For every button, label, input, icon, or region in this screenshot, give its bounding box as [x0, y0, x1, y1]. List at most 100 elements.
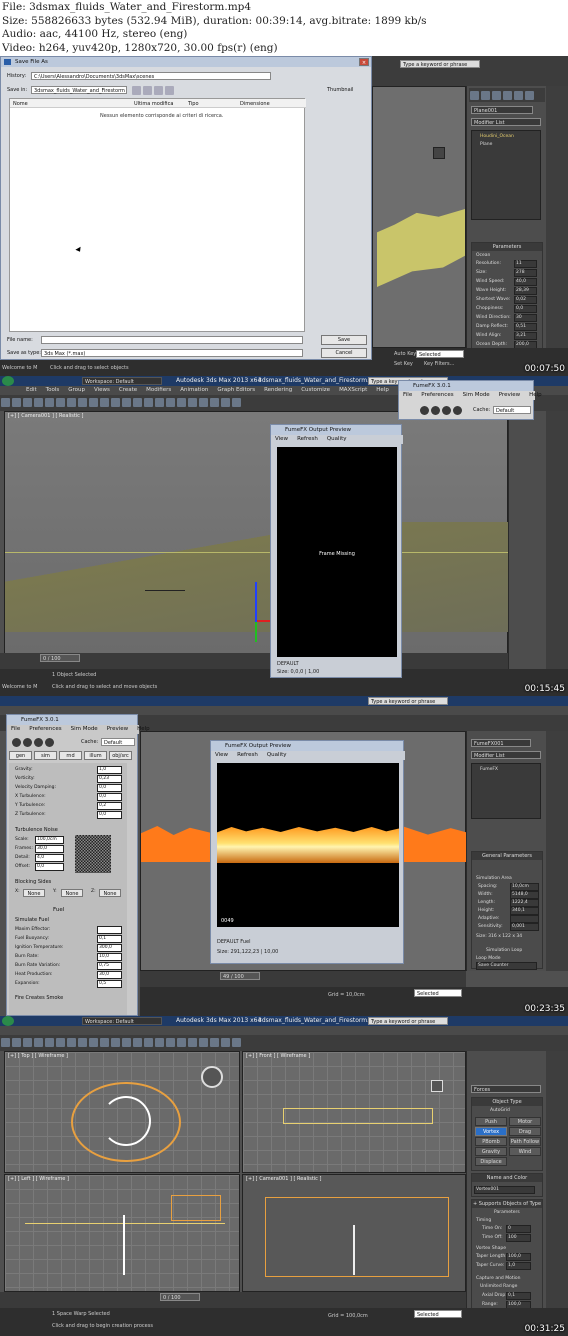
name-field[interactable]: Vortex001: [474, 1186, 535, 1194]
toolbar-button-icon[interactable]: [144, 1038, 153, 1047]
search-input[interactable]: Type a keyword or phrase: [400, 60, 480, 68]
timeline[interactable]: 0 / 100: [0, 653, 508, 669]
objtype-gravity-button[interactable]: Gravity: [475, 1147, 507, 1156]
menu-item[interactable]: Animation: [180, 387, 208, 393]
menu-item[interactable]: Rendering: [264, 387, 292, 393]
tab-obj-src[interactable]: obj/src: [109, 751, 132, 760]
toolbar-button-icon[interactable]: [111, 398, 120, 407]
hierarchy-tab-icon[interactable]: [492, 91, 501, 100]
col-size[interactable]: Dimensione: [240, 101, 270, 107]
motion-tab-icon[interactable]: [503, 91, 512, 100]
toolbar-button-icon[interactable]: [78, 398, 87, 407]
menu-item[interactable]: Help: [376, 387, 389, 393]
keyfilters-button[interactable]: Key Filters...: [424, 360, 454, 368]
stop-sim-icon[interactable]: [45, 738, 54, 747]
toolbar-button-icon[interactable]: [155, 1038, 164, 1047]
gp-param-field[interactable]: 10,0cm: [510, 883, 539, 891]
start-sim-icon[interactable]: [12, 738, 21, 747]
savetype-dropdown[interactable]: 3ds Max (*.max): [41, 349, 303, 357]
timeline[interactable]: 0 / 100: [0, 1292, 466, 1308]
cancel-button[interactable]: Cancel: [321, 348, 367, 358]
history-field[interactable]: C:\Users\Alessandro\Documents\3dsMax\sce…: [31, 72, 271, 80]
viewport-label[interactable]: [+] [ Camera001 ] [ Realistic ]: [8, 413, 83, 419]
toolbar-button-icon[interactable]: [122, 398, 131, 407]
start-sim-icon[interactable]: [420, 406, 429, 415]
modify-tab-icon[interactable]: [481, 91, 490, 100]
toolbar-button-icon[interactable]: [56, 1038, 65, 1047]
fuel-param-field[interactable]: 0,1: [97, 935, 122, 943]
menu-item[interactable]: Help: [529, 392, 542, 398]
toolbar-button-icon[interactable]: [133, 398, 142, 407]
sim-param-field[interactable]: 0,0: [97, 793, 122, 801]
menu-item[interactable]: Refresh: [297, 436, 318, 442]
toolbar-button-icon[interactable]: [1, 398, 10, 407]
fuel-param-field[interactable]: 10,0: [97, 953, 122, 961]
param-field[interactable]: 3,21: [514, 332, 537, 340]
toolbar-button-icon[interactable]: [155, 398, 164, 407]
tab-illum[interactable]: illum: [84, 751, 107, 760]
object-name-field[interactable]: FumeFX001: [471, 739, 531, 747]
toolbar-button-icon[interactable]: [23, 398, 32, 407]
toolbar-button-icon[interactable]: [232, 398, 241, 407]
objtype-motor-button[interactable]: Motor: [509, 1117, 541, 1126]
menu-item[interactable]: Preview: [107, 726, 128, 732]
menu-item[interactable]: Create: [119, 387, 137, 393]
objtype-drag-button[interactable]: Drag: [509, 1127, 541, 1136]
turb-param-field[interactable]: 30,0: [35, 845, 64, 853]
param-field[interactable]: 0,0: [514, 305, 537, 313]
param-field[interactable]: 0,51: [514, 323, 537, 331]
display-tab-icon[interactable]: [514, 91, 523, 100]
category-dropdown[interactable]: Forces: [471, 1085, 541, 1093]
max-logo-icon[interactable]: [2, 376, 14, 386]
utilities-tab-icon[interactable]: [525, 91, 534, 100]
time-off-field[interactable]: 100: [506, 1234, 531, 1242]
toolbar-button-icon[interactable]: [166, 398, 175, 407]
gp-param-field[interactable]: [510, 915, 539, 923]
filename-input[interactable]: [41, 336, 303, 344]
param-field[interactable]: 40,0: [514, 278, 537, 286]
toolbar-button-icon[interactable]: [221, 398, 230, 407]
modifier-stack[interactable]: Houdini_Ocean Plane: [471, 130, 541, 220]
menu-item[interactable]: Quality: [267, 752, 287, 758]
modifier-stack[interactable]: FumeFX: [471, 763, 541, 819]
create-tab-icon[interactable]: [470, 91, 479, 100]
toolbar-button-icon[interactable]: [100, 1038, 109, 1047]
viewport-label[interactable]: [+] [ Camera001 ] [ Realistic ]: [246, 1176, 321, 1182]
menu-item[interactable]: MAXScript: [339, 387, 367, 393]
selected-dropdown[interactable]: Selected: [414, 989, 462, 997]
fuel-param-field[interactable]: 0,75: [97, 962, 122, 970]
viewport-label[interactable]: [+] [ Front ] [ Wireframe ]: [246, 1053, 310, 1059]
toolbar-button-icon[interactable]: [12, 1038, 21, 1047]
front-viewport[interactable]: [+] [ Front ] [ Wireframe ]: [242, 1051, 466, 1173]
loop-mode-dropdown[interactable]: Save Counter: [476, 962, 537, 970]
toolbar-button-icon[interactable]: [111, 1038, 120, 1047]
blocking-dropdown[interactable]: None: [61, 889, 83, 897]
toolbar-button-icon[interactable]: [34, 1038, 43, 1047]
workspace-dropdown[interactable]: Workspace: Default: [82, 377, 162, 385]
objtype-wind-button[interactable]: Wind: [509, 1147, 541, 1156]
time-on-field[interactable]: 0: [506, 1225, 531, 1233]
menu-item[interactable]: Group: [68, 387, 85, 393]
gp-param-field[interactable]: 0,001: [510, 923, 539, 931]
objtype-vortex-button[interactable]: Vortex: [475, 1127, 507, 1136]
col-modified[interactable]: Ultima modifica: [134, 101, 173, 107]
frame-counter[interactable]: 0 / 100: [40, 654, 80, 662]
menu-item[interactable]: Quality: [327, 436, 347, 442]
search-input[interactable]: Type a keyword or phrase: [368, 1017, 448, 1025]
autokey-label[interactable]: Auto Key: [394, 350, 416, 358]
workspace-dropdown[interactable]: Workspace: Default: [82, 1017, 162, 1025]
toolbar-button-icon[interactable]: [232, 1038, 241, 1047]
camera-viewport[interactable]: [+] [ Camera001 ] [ Realistic ]: [4, 411, 509, 669]
param-field[interactable]: 11: [514, 260, 537, 268]
cache-dropdown[interactable]: Default: [493, 406, 531, 414]
toolbar-button-icon[interactable]: [12, 398, 21, 407]
fire-creates-smoke-checkbox[interactable]: Fire Creates Smoke: [15, 995, 63, 1001]
stack-item[interactable]: Plane: [480, 142, 492, 147]
tab-rnd[interactable]: rnd: [59, 751, 82, 760]
cache-dropdown[interactable]: Default: [101, 738, 135, 746]
setkey-button[interactable]: Set Key: [394, 360, 413, 368]
modifier-list-dropdown[interactable]: Modifier List: [471, 751, 541, 759]
wavelet-sim-icon[interactable]: [34, 738, 43, 747]
menu-item[interactable]: Sim Mode: [463, 392, 490, 398]
menu-item[interactable]: Modifiers: [146, 387, 171, 393]
